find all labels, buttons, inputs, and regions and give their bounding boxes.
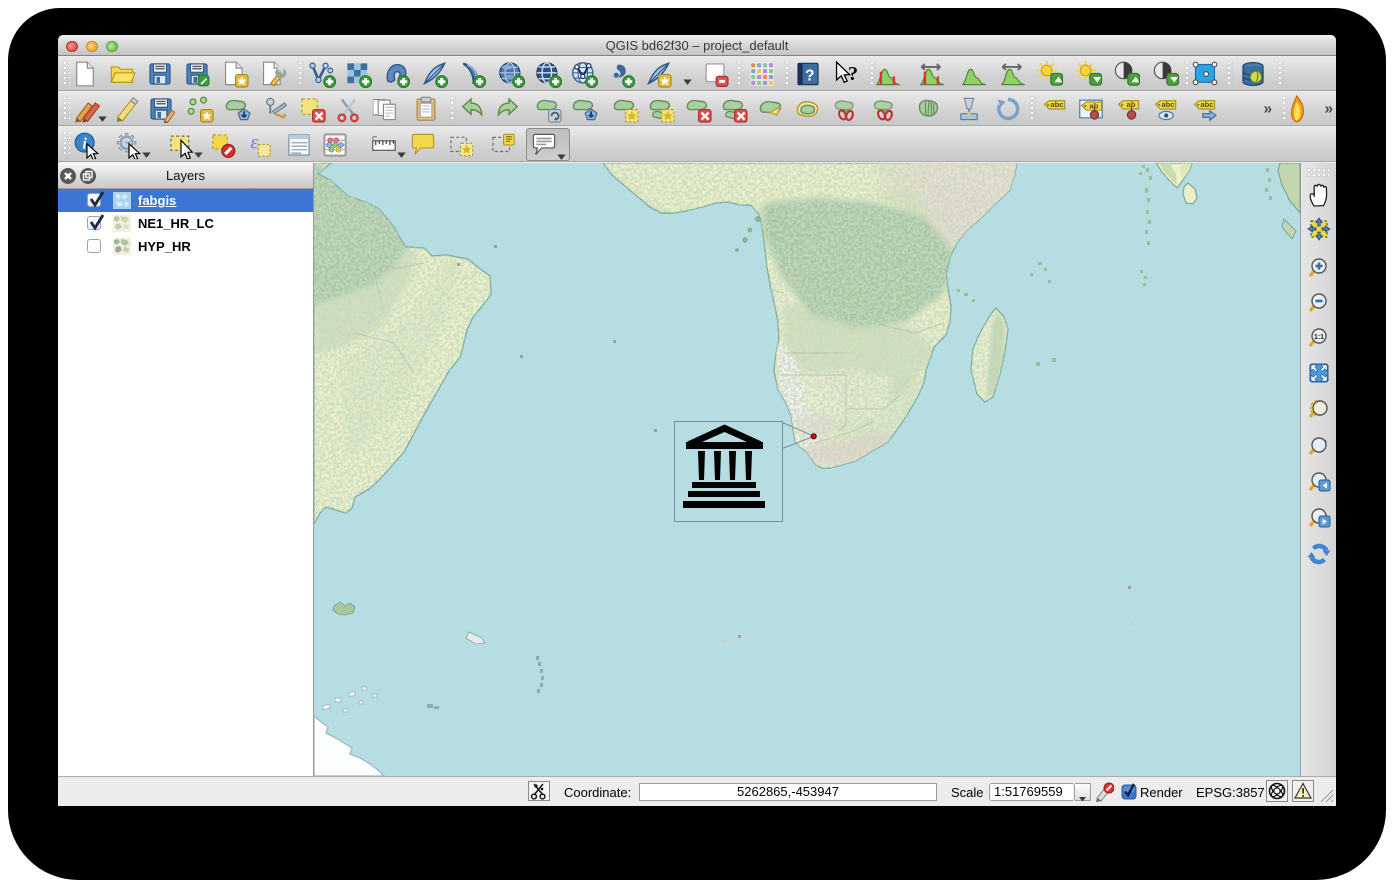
- svg-text:»: »: [1325, 101, 1334, 118]
- svg-text:1:1: 1:1: [1314, 334, 1324, 341]
- svg-text:»: »: [1264, 101, 1273, 118]
- svg-text:abc: abc: [1050, 100, 1064, 109]
- svg-text:?: ?: [848, 63, 858, 85]
- svg-text:abc: abc: [1200, 100, 1214, 109]
- svg-text:abc: abc: [1161, 100, 1175, 109]
- svg-text:?: ?: [805, 67, 814, 84]
- svg-text:ε: ε: [250, 132, 258, 154]
